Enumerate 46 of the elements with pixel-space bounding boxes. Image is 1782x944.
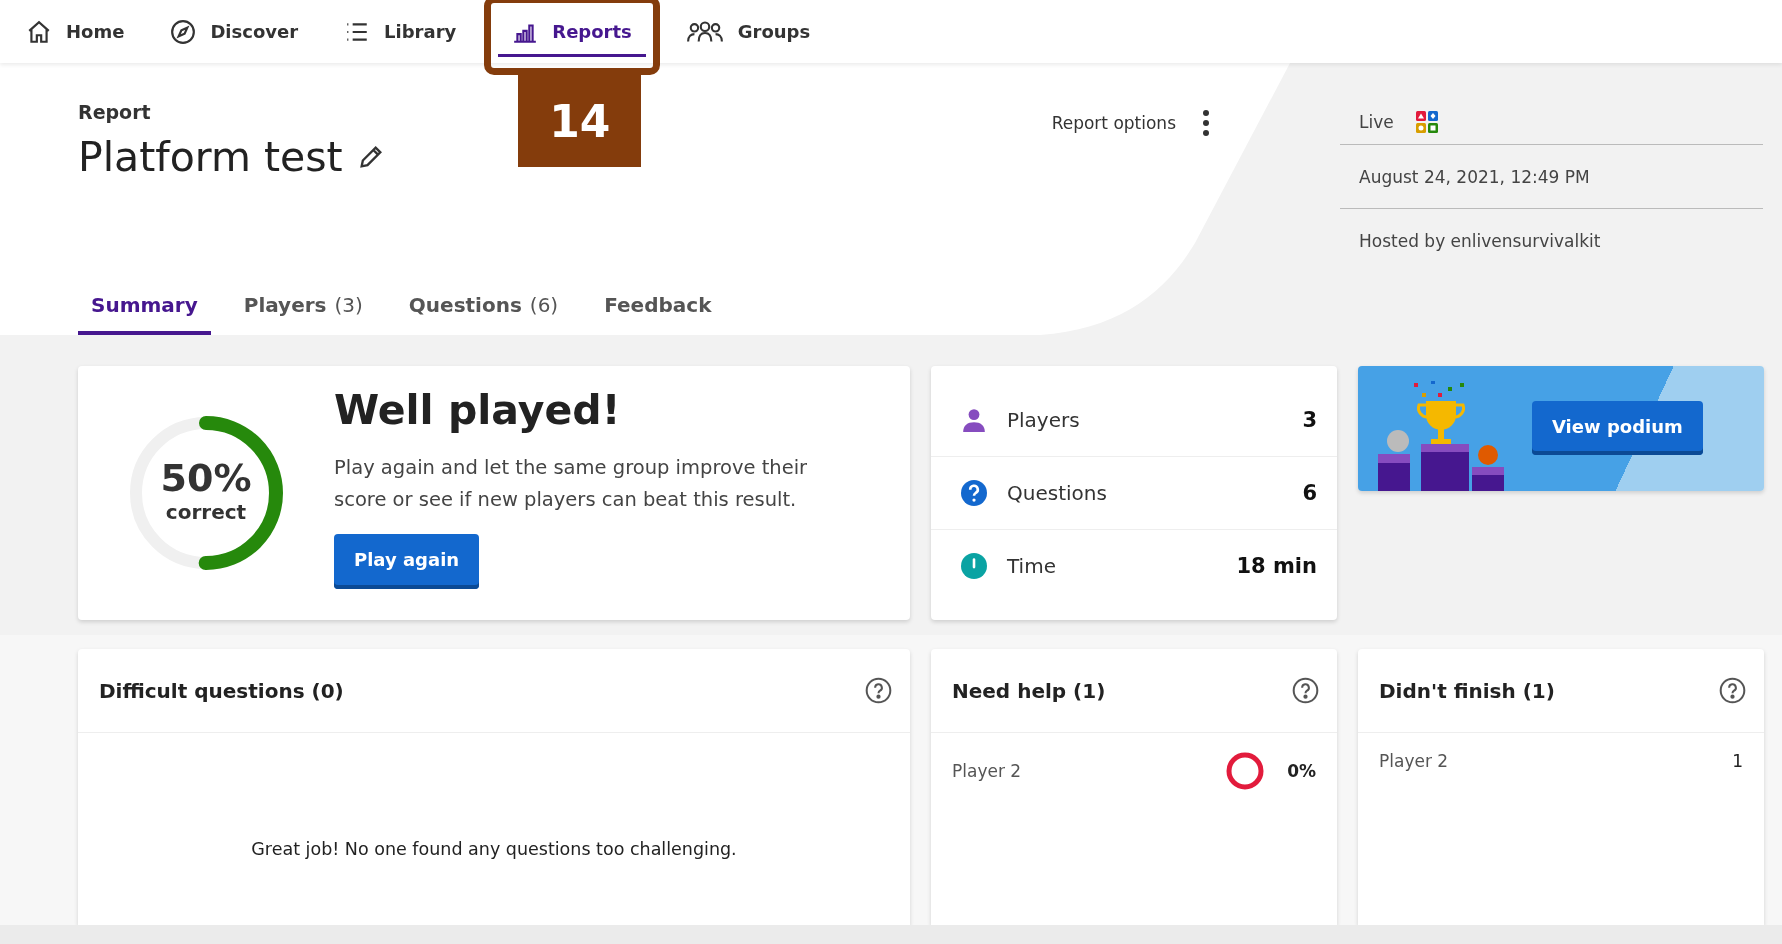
nav-tab[interactable]: Home	[4, 0, 147, 63]
report-options-link[interactable]: Report options	[1051, 113, 1176, 133]
stat-value: 6	[1302, 481, 1317, 505]
view-podium-button[interactable]: View podium	[1532, 401, 1703, 455]
report-tab[interactable]: Questions (6)	[395, 293, 572, 335]
help-icon[interactable]	[1292, 677, 1319, 704]
report-tab[interactable]: Players (3)	[230, 293, 376, 335]
score-percent: 50%	[159, 456, 253, 500]
score-caption: correct	[164, 500, 248, 524]
person-icon	[961, 407, 987, 433]
compass-icon	[170, 18, 197, 45]
player-name: Player 2	[1379, 751, 1450, 771]
report-title: Platform test	[78, 133, 343, 181]
stat-value: 18 min	[1236, 554, 1317, 578]
report-date: August 24, 2021, 12:49 PM	[1340, 144, 1763, 208]
clock-icon	[961, 553, 987, 579]
game-mode: Live	[1359, 111, 1394, 132]
help-icon[interactable]	[1719, 677, 1746, 704]
nav-tab[interactable]: Groups	[663, 0, 833, 63]
question-icon	[961, 480, 987, 506]
callout-number: 14	[518, 75, 642, 167]
shapes-logo-icon	[1415, 110, 1438, 133]
player-value: 1	[1732, 751, 1743, 771]
stat-label: Questions	[1007, 481, 1108, 505]
play-again-button[interactable]: Play again	[334, 534, 480, 589]
help-icon[interactable]	[865, 677, 892, 704]
stat-label: Players	[1007, 408, 1081, 432]
player-name: Player 2	[952, 761, 1023, 781]
report-host: Hosted by enlivensurvivalkit	[1340, 208, 1763, 272]
stat-label: Time	[1007, 554, 1057, 578]
empty-message: Great job! No one found any questions too challenging.	[250, 839, 738, 859]
player-value: 0%	[1287, 761, 1316, 781]
panel-title: Difficult questions (0)	[99, 678, 344, 703]
stat-value: 3	[1302, 408, 1317, 432]
summary-heading: Well played!	[334, 386, 622, 434]
panel-title: Need help (1)	[952, 678, 1106, 703]
nav-tab[interactable]: Discover	[148, 0, 321, 63]
nav-tab[interactable]: Reports	[488, 0, 656, 63]
nav-tab[interactable]: Library	[322, 0, 479, 63]
home-icon	[26, 18, 52, 45]
progress-ring-icon	[1225, 751, 1266, 791]
panel-title: Didn't finish (1)	[1379, 678, 1555, 703]
report-label: Report	[78, 101, 152, 123]
report-tab[interactable]: Feedback	[591, 293, 725, 335]
more-icon[interactable]	[1202, 109, 1210, 137]
summary-text: Play again and let the same group improve their score or see if new players can beat this result.	[334, 455, 809, 513]
